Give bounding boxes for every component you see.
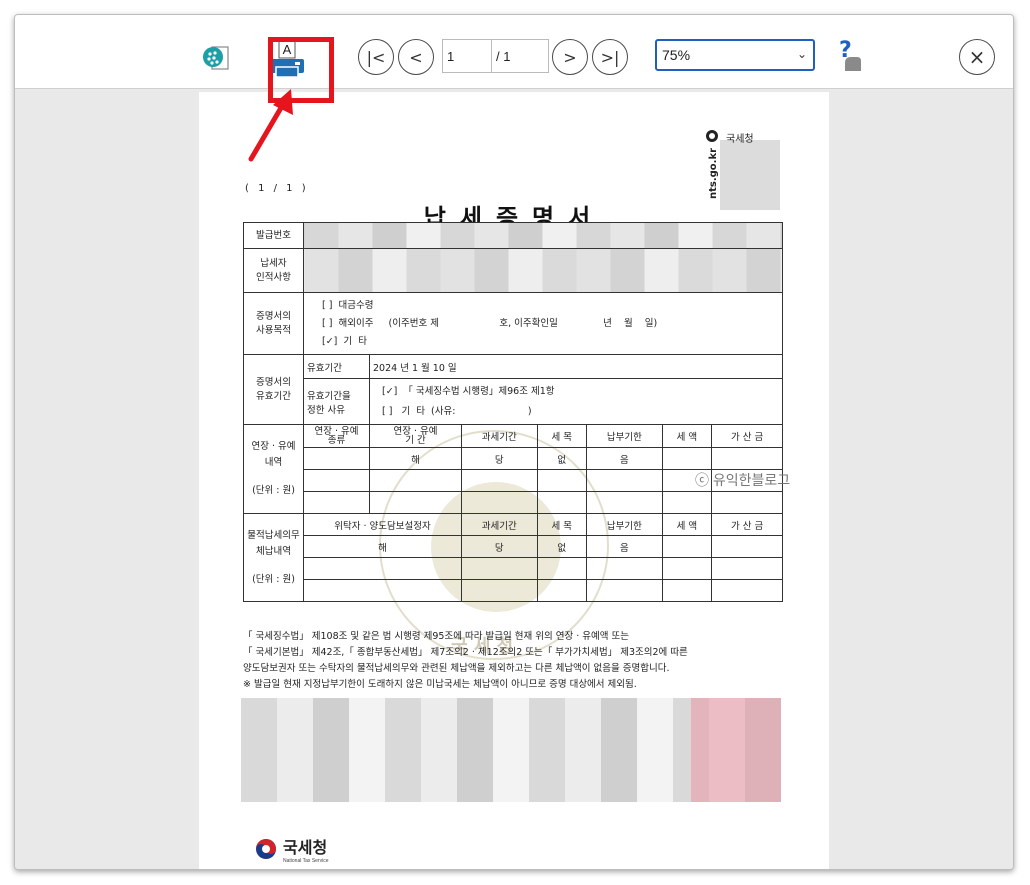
deferral-cell: 음	[586, 447, 663, 470]
notice-line: 「 국세기본법」 제42조,「 종합부동산세법」 제7조의2 · 제12조의2 …	[243, 647, 688, 658]
deferral-cell: 당	[460, 447, 538, 470]
export-icon[interactable]	[199, 41, 235, 75]
deferral-header-surcharge: 가 산 금	[711, 424, 783, 448]
validity-period-value: 2024 년 1 월 10 일	[369, 354, 783, 379]
deferral-header-due: 납부기한	[586, 424, 663, 448]
consign-header-tax-period: 과세기간	[460, 513, 538, 536]
purpose-option-other: [✓] 기 타	[322, 335, 367, 347]
zoom-select[interactable]: 75% ⌄	[655, 39, 815, 71]
certificate-form: 발급번호 납세자 인적사항 증명서의 사용목적 [ ] 대금수령 [ ] 해외이…	[243, 222, 783, 602]
deferral-cell	[711, 447, 783, 470]
validity-reason-other: [ ] 기 타 (사유: )	[382, 405, 532, 417]
deferral-cell	[303, 447, 370, 470]
consign-label-cell: 물적납세의무 체납내역 (단위 : 원)	[243, 513, 304, 602]
taegeuk-logo-icon	[256, 839, 276, 859]
pointer-arrow-icon	[248, 89, 293, 162]
notice-line: 「 국세징수법」 제108조 및 같은 법 시행령 제95조에 따라 발급일 현…	[243, 631, 629, 642]
chevron-down-icon: ⌄	[796, 47, 807, 61]
total-pages-field: / 1	[491, 39, 549, 73]
consign-unit: (단위 : 원)	[252, 573, 295, 585]
redacted-issuer-area	[241, 698, 781, 802]
deferral-label-cell: 연장 · 유예 내역 (단위 : 원)	[243, 424, 304, 514]
issue-no-value	[303, 222, 783, 249]
nts-site-label: nts.go.kr	[708, 147, 720, 200]
footer-logo: 국세청 National Tax Service	[255, 834, 329, 864]
validity-label: 증명서의 유효기간	[243, 354, 304, 425]
consign-cell: 해	[303, 535, 462, 558]
consign-header-tax-item: 세 목	[536, 513, 588, 536]
deferral-cell	[661, 447, 713, 470]
consign-header-due: 납부기한	[586, 513, 663, 536]
certification-notice: 「 국세징수법」 제108조 및 같은 법 시행령 제95조에 따라 발급일 현…	[243, 629, 783, 693]
consign-cell: 없	[536, 535, 588, 558]
deferral-header-type: 연장 · 유예 종류	[303, 424, 370, 448]
next-page-button[interactable]: >	[552, 39, 588, 75]
consign-header-surcharge: 가 산 금	[711, 513, 783, 536]
purpose-options: [ ] 대금수령 [ ] 해외이주 (이주번호 제 호, 이주확인일 년 월 일…	[303, 292, 783, 355]
notice-line: ※ 발급일 현재 지정납부기한이 도래하지 않은 미납국세는 체납액이 아니므로…	[243, 679, 637, 690]
last-page-button[interactable]: >|	[592, 39, 628, 75]
deferral-header-amount: 세 액	[661, 424, 713, 448]
consign-header-consignor: 위탁자 · 양도담보설정자	[303, 513, 462, 536]
deferral-header-tax-period: 과세기간	[460, 424, 538, 448]
consign-cell: 당	[460, 535, 538, 558]
current-page-input[interactable]: 1	[442, 39, 492, 73]
deferral-cell: 없	[536, 447, 588, 470]
taxpayer-value	[303, 248, 783, 293]
consign-cell	[711, 535, 783, 558]
deferral-unit: (단위 : 원)	[252, 485, 295, 496]
validity-reason-law: [✓] 「 국세징수법 시행령」제96조 제1항	[382, 385, 555, 397]
zoom-value: 75%	[662, 47, 691, 63]
page-indicator: ( 1 / 1 )	[245, 183, 309, 194]
consign-cell: 음	[586, 535, 663, 558]
certificate-table: 발급번호 납세자 인적사항 증명서의 사용목적 [ ] 대금수령 [ ] 해외이…	[243, 222, 783, 602]
validity-period-label: 유효기간	[303, 354, 370, 379]
document-viewport[interactable]: 국세청 nts.go.kr ( 1 / 1 ) 납세증명서 국 세 청 발급번호…	[15, 90, 1013, 869]
deferral-cell: 해	[369, 447, 462, 470]
taxpayer-label: 납세자 인적사항	[243, 248, 304, 293]
footer-agency-name: 국세청	[283, 838, 328, 857]
report-viewer-window: A |< < 1 / 1 > >| 75% ⌄ ? × 국세청 nts.go.k…	[14, 14, 1014, 870]
consign-header-amount: 세 액	[661, 513, 713, 536]
copyright-watermark: ⓒ 유익한블로그	[695, 472, 791, 488]
notice-line: 양도담보권자 또는 수탁자의 물적납세의무와 관련된 체납액을 제외하고는 다른…	[243, 663, 670, 674]
purpose-option-emigration: [ ] 해외이주 (이주번호 제 호, 이주확인일 년 월 일)	[322, 317, 658, 329]
agency-small-label: 국세청	[726, 134, 754, 145]
purpose-option-payment: [ ] 대금수령	[322, 299, 374, 311]
purpose-label: 증명서의 사용목적	[243, 292, 304, 355]
deferral-label: 연장 · 유예 내역	[251, 441, 296, 468]
prev-page-button[interactable]: <	[398, 39, 434, 75]
validity-reason-label: 유효기간을 정한 사유	[303, 378, 370, 425]
consign-label: 물적납세의무 체납내역	[247, 529, 300, 557]
help-icon[interactable]: ?	[829, 37, 869, 77]
deferral-header-tax-item: 세 목	[536, 424, 588, 448]
deferral-header-period: 연장 · 유예 기 간	[369, 424, 462, 448]
footer-agency-sub: National Tax Service	[283, 858, 329, 864]
close-button[interactable]: ×	[959, 39, 995, 75]
first-page-button[interactable]: |<	[358, 39, 394, 75]
validity-reason-options: [✓] 「 국세징수법 시행령」제96조 제1항 [ ] 기 타 (사유: )	[369, 378, 783, 425]
consign-cell	[661, 535, 713, 558]
viewer-toolbar: A |< < 1 / 1 > >| 75% ⌄ ? ×	[15, 15, 1013, 89]
issue-no-label: 발급번호	[243, 222, 304, 249]
